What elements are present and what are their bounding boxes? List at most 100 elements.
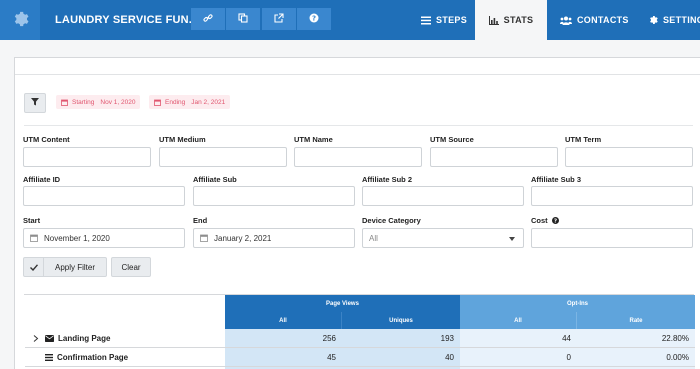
bar-chart-icon — [488, 15, 499, 25]
page-views-all-cell: 45 — [225, 348, 342, 366]
starting-date-badge: Starting Nov 1, 2020 — [56, 95, 141, 109]
link-button[interactable] — [191, 8, 225, 30]
row-name-cell: Landing Page — [25, 329, 225, 347]
utm-content-input[interactable] — [23, 147, 151, 167]
utm-term-label: UTM Term — [565, 135, 602, 144]
stats-panel: Starting Nov 1, 2020 Ending Jan 2, 2021 … — [14, 57, 700, 369]
table-sub-header-row: All Uniques All Rate — [25, 312, 695, 329]
opt-ins-all-cell: 44 — [460, 329, 577, 347]
tab-stats[interactable]: STATS — [475, 0, 547, 40]
opt-ins-rate-cell: 22.80% — [577, 329, 695, 347]
clear-button[interactable]: Clear — [111, 257, 151, 277]
funnel-title: LAUNDRY SERVICE FUN... — [55, 14, 199, 26]
apply-filter-button[interactable]: Apply Filter — [23, 257, 107, 277]
opt-ins-header: Opt-Ins — [460, 295, 695, 312]
gear-icon — [11, 10, 29, 30]
filter-icon — [31, 98, 39, 108]
affiliate-id-input[interactable] — [23, 186, 185, 206]
opt-ins-rate-cell: 0.00% — [577, 348, 695, 366]
affiliate-sub3-label: Affiliate Sub 3 — [531, 175, 582, 184]
calendar-icon — [154, 99, 161, 106]
tab-steps-label: STEPS — [436, 15, 468, 25]
divider — [24, 125, 693, 126]
list-icon — [421, 16, 431, 25]
device-category-label: Device Category — [362, 216, 421, 225]
utm-content-label: UTM Content — [23, 135, 70, 144]
starting-label: Starting — [72, 98, 95, 106]
device-category-select[interactable]: All — [362, 228, 524, 248]
svg-text:?: ? — [312, 15, 316, 23]
page-views-all-cell: 256 — [225, 329, 342, 347]
apply-filter-label: Apply Filter — [54, 262, 95, 272]
external-link-button[interactable] — [262, 8, 296, 30]
calendar-icon — [61, 99, 68, 106]
cost-label-text: Cost — [531, 216, 548, 225]
opt-ins-all-header[interactable]: All — [460, 312, 577, 329]
page-views-uniques-cell: 193 — [342, 329, 460, 347]
calendar-icon — [30, 234, 38, 242]
gear-icon — [648, 15, 658, 25]
external-link-icon — [274, 13, 284, 25]
copy-button[interactable] — [226, 8, 260, 30]
tab-steps[interactable]: STEPS — [421, 0, 467, 40]
cost-label: Cost ? — [531, 216, 559, 225]
question-circle-icon: ? — [309, 13, 319, 25]
tab-stats-label: STATS — [503, 15, 534, 25]
device-category-value: All — [369, 233, 378, 243]
ending-value: Jan 2, 2021 — [191, 98, 226, 106]
affiliate-sub2-label: Affiliate Sub 2 — [362, 175, 413, 184]
row-name: Landing Page — [58, 333, 111, 343]
list-icon — [45, 353, 53, 361]
cost-input[interactable] — [531, 228, 693, 248]
checkmark-icon — [24, 258, 44, 276]
filter-toggle-button[interactable] — [24, 93, 46, 113]
utm-name-input[interactable] — [294, 147, 422, 167]
table-group-header-row: Page Views Opt-Ins — [25, 295, 695, 312]
start-date-input[interactable]: November 1, 2020 — [23, 228, 185, 248]
page-views-header: Page Views — [225, 295, 460, 312]
end-date-value: January 2, 2021 — [214, 233, 272, 243]
starting-value: Nov 1, 2020 — [100, 98, 136, 106]
opt-ins-rate-header[interactable]: Rate — [577, 312, 695, 329]
chevron-right-icon[interactable] — [33, 334, 45, 342]
app-menu-button[interactable] — [0, 0, 40, 40]
top-bar: LAUNDRY SERVICE FUN... ? STEPS STATS CON… — [0, 0, 700, 40]
start-date-value: November 1, 2020 — [44, 233, 110, 243]
empty-header-cell — [25, 312, 225, 329]
stats-table: Page Views Opt-Ins All Uniques All Rate … — [24, 294, 695, 369]
utm-source-label: UTM Source — [430, 135, 474, 144]
end-label: End — [193, 216, 208, 225]
page-views-all-header[interactable]: All — [225, 312, 342, 329]
question-circle-icon[interactable]: ? — [551, 217, 559, 224]
copy-icon — [238, 13, 248, 25]
utm-source-input[interactable] — [430, 147, 558, 167]
help-button[interactable]: ? — [297, 8, 331, 30]
end-date-input[interactable]: January 2, 2021 — [193, 228, 355, 248]
divider — [15, 74, 700, 75]
page-views-uniques-cell: 40 — [342, 348, 460, 366]
opt-ins-all-cell: 0 — [460, 348, 577, 366]
calendar-icon — [200, 234, 208, 242]
affiliate-sub3-input[interactable] — [531, 186, 693, 206]
table-row[interactable]: Confirmation Page 45 40 0 0.00% — [25, 348, 695, 367]
tab-contacts-label: CONTACTS — [577, 15, 629, 25]
tab-settings[interactable]: SETTINGS — [648, 0, 700, 40]
envelope-icon — [45, 334, 54, 342]
tab-contacts[interactable]: CONTACTS — [560, 0, 629, 40]
page-views-uniques-header[interactable]: Uniques — [342, 312, 460, 329]
utm-term-input[interactable] — [565, 147, 693, 167]
affiliate-sub-label: Affiliate Sub — [193, 175, 237, 184]
affiliate-sub-input[interactable] — [193, 186, 355, 206]
utm-name-label: UTM Name — [294, 135, 333, 144]
ending-label: Ending — [165, 98, 186, 106]
tab-settings-label: SETTINGS — [663, 15, 700, 25]
users-icon — [560, 16, 572, 25]
row-name: Confirmation Page — [57, 352, 129, 362]
utm-medium-input[interactable] — [159, 147, 287, 167]
affiliate-sub2-input[interactable] — [362, 186, 524, 206]
table-row[interactable]: Landing Page 256 193 44 22.80% — [25, 329, 695, 348]
affiliate-id-label: Affiliate ID — [23, 175, 61, 184]
caret-down-icon — [509, 237, 515, 241]
ending-date-badge: Ending Jan 2, 2021 — [149, 95, 231, 109]
svg-text:?: ? — [554, 219, 557, 224]
